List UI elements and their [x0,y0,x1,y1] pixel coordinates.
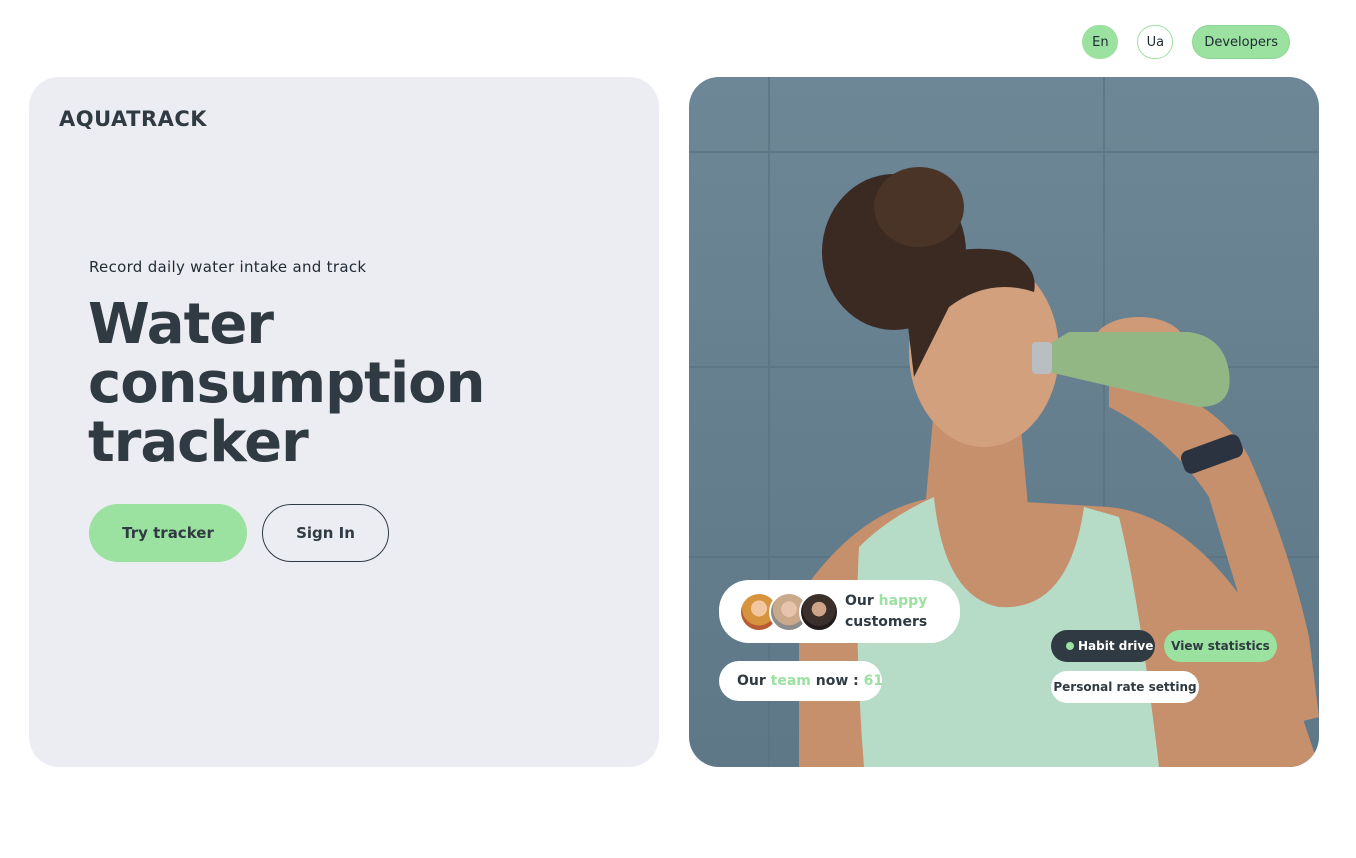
hero-panel: AQUATRACK Record daily water intake and … [29,77,659,767]
hero-image-panel: Our happy customers Our team now : 61 Ha… [689,77,1319,767]
status-dot [1066,642,1074,650]
team-count-card: Our team now : 61 [719,661,884,701]
lang-ua-button[interactable]: Ua [1137,25,1174,59]
happy-customers-card: Our happy customers [719,580,960,643]
tagline: Record daily water intake and track [89,258,367,276]
page-title: Water consumption tracker [88,292,485,475]
logo[interactable]: AQUATRACK [59,107,207,131]
team-count: 61 [863,673,884,689]
avatar [799,591,839,632]
top-nav: En Ua Developers [1082,25,1290,59]
personal-rate-setting-tag: Personal rate setting [1051,671,1199,703]
customers-label: Our happy customers [845,592,928,630]
lang-en-button[interactable]: En [1082,25,1119,59]
customer-avatars [739,591,839,632]
sign-in-button[interactable]: Sign In [262,504,389,562]
developers-button[interactable]: Developers [1192,25,1290,59]
try-tracker-button[interactable]: Try tracker [89,504,247,562]
view-statistics-tag[interactable]: View statistics [1164,630,1277,662]
habit-drive-tag: Habit drive [1051,630,1155,662]
